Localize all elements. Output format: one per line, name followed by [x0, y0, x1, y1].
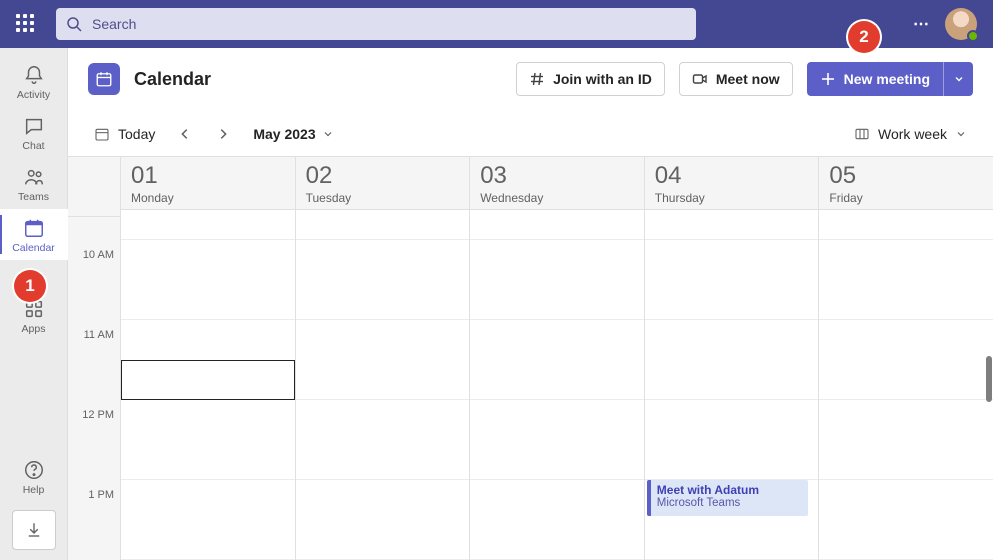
button-label: Join with an ID: [553, 71, 652, 87]
new-meeting-dropdown[interactable]: [943, 62, 973, 96]
day-header: 03 Wednesday: [470, 157, 644, 210]
day-name: Monday: [131, 191, 285, 205]
button-label: Today: [118, 126, 155, 142]
today-button[interactable]: Today: [88, 122, 161, 146]
calendar-main: Calendar Join with an ID Meet now New me…: [68, 48, 993, 560]
selected-timeslot[interactable]: [121, 360, 295, 400]
rail-calendar[interactable]: Calendar: [0, 209, 68, 260]
title-bar: ⋯: [0, 0, 993, 48]
month-label: May 2023: [253, 126, 315, 142]
button-label: Meet now: [716, 71, 780, 87]
rail-help[interactable]: Help: [0, 451, 68, 502]
rail-chat[interactable]: Chat: [0, 107, 68, 158]
day-number: 01: [131, 163, 285, 189]
new-meeting-button[interactable]: New meeting: [807, 62, 943, 96]
meet-now-button[interactable]: Meet now: [679, 62, 793, 96]
join-with-id-button[interactable]: Join with an ID: [516, 62, 665, 96]
search-input[interactable]: [90, 15, 686, 33]
day-name: Thursday: [655, 191, 809, 205]
time-label: 1 PM: [68, 487, 120, 560]
rail-label: Help: [23, 484, 45, 496]
rail-label: Calendar: [12, 242, 55, 254]
day-name: Tuesday: [306, 191, 460, 205]
app-launcher[interactable]: [16, 14, 36, 34]
rail-label: Apps: [22, 323, 46, 335]
calendar-subheader: Today May 2023 Work week: [68, 110, 993, 156]
day-column-wednesday[interactable]: 03 Wednesday: [469, 157, 644, 560]
prev-week[interactable]: [171, 120, 199, 148]
days-container: 01 Monday 02 Tuesday: [120, 157, 993, 560]
rail-label: Chat: [22, 140, 44, 152]
page-title: Calendar: [134, 69, 211, 90]
rail-label: Activity: [17, 89, 50, 101]
button-label: New meeting: [844, 71, 930, 87]
download-button[interactable]: [12, 510, 56, 550]
day-name: Wednesday: [480, 191, 634, 205]
next-week[interactable]: [209, 120, 237, 148]
day-number: 03: [480, 163, 634, 189]
view-label: Work week: [878, 126, 947, 142]
time-label: 12 PM: [68, 407, 120, 487]
event-title: Meet with Adatum: [657, 483, 803, 497]
day-number: 02: [306, 163, 460, 189]
time-label: 11 AM: [68, 327, 120, 407]
time-label: [68, 217, 120, 247]
search-icon: [66, 16, 82, 32]
day-name: Friday: [829, 191, 983, 205]
rail-activity[interactable]: Activity: [0, 56, 68, 107]
calendar-grid: 10 AM 11 AM 12 PM 1 PM 01 Monday: [68, 156, 993, 560]
search-box[interactable]: [56, 8, 696, 40]
calendar-icon: [88, 63, 120, 95]
app-rail: Activity Chat Teams Calendar Apps Help: [0, 48, 68, 560]
new-meeting-split: New meeting: [807, 62, 973, 96]
time-column: 10 AM 11 AM 12 PM 1 PM: [68, 157, 120, 560]
presence-indicator: [967, 30, 979, 42]
day-column-friday[interactable]: 05 Friday: [818, 157, 993, 560]
day-number: 04: [655, 163, 809, 189]
rail-teams[interactable]: Teams: [0, 158, 68, 209]
event-subtitle: Microsoft Teams: [657, 497, 803, 509]
day-column-tuesday[interactable]: 02 Tuesday: [295, 157, 470, 560]
month-picker[interactable]: May 2023: [247, 122, 339, 146]
calendar-header: Calendar Join with an ID Meet now New me…: [68, 48, 993, 110]
day-column-monday[interactable]: 01 Monday: [120, 157, 295, 560]
rail-label: Teams: [18, 191, 49, 203]
scrollbar-thumb[interactable]: [986, 356, 992, 402]
more-menu[interactable]: ⋯: [913, 14, 931, 34]
day-number: 05: [829, 163, 983, 189]
day-header: 01 Monday: [121, 157, 295, 210]
rail-apps[interactable]: Apps: [0, 290, 68, 341]
day-header: 05 Friday: [819, 157, 993, 210]
day-header: 04 Thursday: [645, 157, 819, 210]
day-column-thursday[interactable]: 04 Thursday Meet with Adatum Microsoft T…: [644, 157, 819, 560]
avatar[interactable]: [945, 8, 977, 40]
calendar-event[interactable]: Meet with Adatum Microsoft Teams: [647, 480, 809, 516]
view-picker[interactable]: Work week: [848, 122, 973, 146]
time-label: 10 AM: [68, 247, 120, 327]
day-header: 02 Tuesday: [296, 157, 470, 210]
